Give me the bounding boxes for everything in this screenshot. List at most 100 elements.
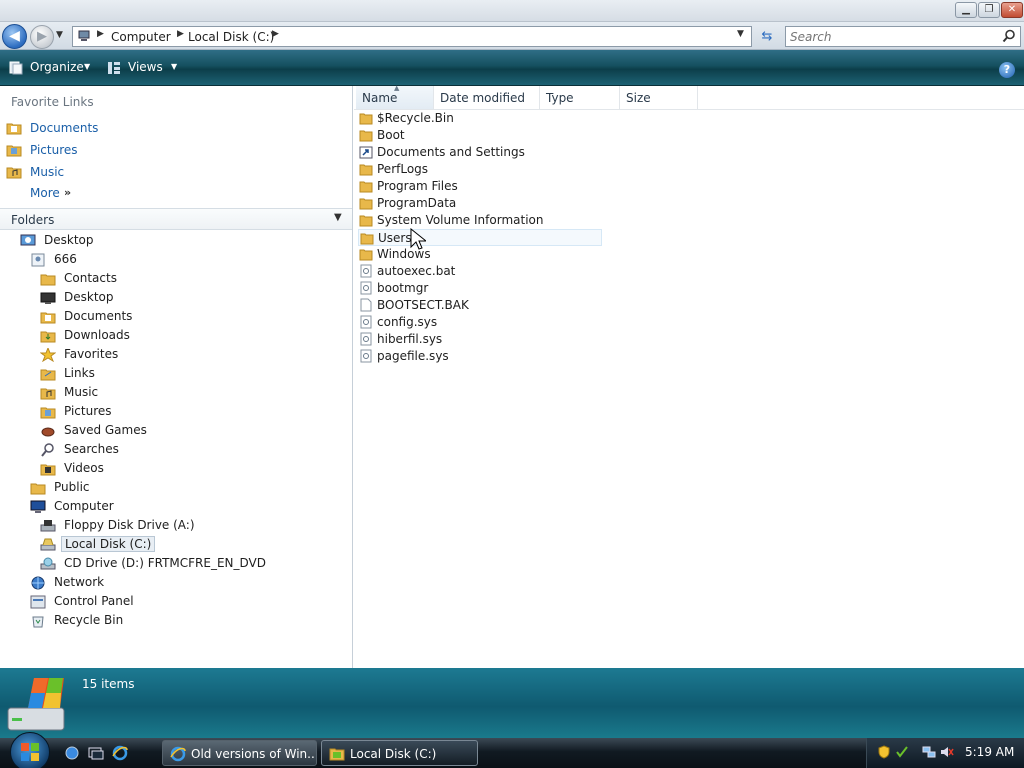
quick-launch-explorer-icon[interactable] [63, 744, 81, 762]
pictures-folder-icon [6, 145, 22, 157]
breadcrumb-separator-icon[interactable]: ▶ [177, 29, 184, 39]
organize-icon [9, 61, 23, 75]
file-row[interactable]: Users [358, 229, 602, 246]
column-label: Size [626, 91, 651, 105]
column-label: Type [546, 91, 574, 105]
search-input[interactable] [790, 29, 990, 44]
tree-label: Network [54, 575, 105, 589]
command-toolbar: Organize ▼ Views ▼ ? [0, 50, 1024, 86]
tree-label: Pictures [64, 404, 112, 418]
file-row[interactable]: Program Files [358, 178, 602, 195]
address-bar[interactable]: ▶ Computer ▶ Local Disk (C:) ▶ ▼ [72, 26, 752, 47]
taskbar-button-local-disk[interactable]: Local Disk (C:) [321, 740, 478, 766]
file-row[interactable]: BOOTSECT.BAK [358, 297, 602, 314]
start-button[interactable] [10, 732, 50, 768]
refresh-icon: ⇆ [761, 29, 773, 44]
more-chevron-icon[interactable]: » [64, 186, 71, 199]
file-row[interactable]: ProgramData [358, 195, 602, 212]
minimize-button[interactable]: ▁ [955, 2, 977, 18]
file-name: PerfLogs [377, 162, 429, 176]
tree-label: Downloads [64, 328, 130, 342]
collapse-chevron-icon[interactable]: ▼ [334, 212, 342, 223]
network-icon [31, 576, 45, 590]
file-row[interactable]: bootmgr [358, 280, 602, 297]
item-count-text: 15 items [82, 677, 135, 691]
file-row[interactable]: pagefile.sys [358, 348, 602, 365]
search-box[interactable] [785, 26, 1021, 47]
search-icon[interactable] [1002, 29, 1016, 43]
back-button[interactable]: ◀ [2, 24, 27, 49]
folder-icon [359, 181, 373, 193]
system-file-icon [360, 281, 372, 295]
tree-label: Floppy Disk Drive (A:) [64, 518, 195, 532]
task-label: Local Disk (C:) [350, 747, 437, 761]
tree-label: Desktop [64, 290, 114, 304]
pictures-folder-icon [40, 407, 56, 419]
file-row[interactable]: hiberfil.sys [358, 331, 602, 348]
file-row[interactable]: Documents and Settings [358, 144, 602, 161]
details-pane: 15 items [0, 668, 1024, 738]
file-row[interactable]: PerfLogs [358, 161, 602, 178]
favorite-label: Documents [30, 121, 99, 135]
file-list-pane: ▲ Name Date modified Type Size $Recycle.… [354, 84, 1024, 668]
taskbar-button-browser[interactable]: Old versions of Win... [162, 740, 317, 766]
file-row[interactable]: Windows [358, 246, 602, 263]
file-name: BOOTSECT.BAK [377, 298, 469, 312]
breadcrumb-computer[interactable]: Computer [111, 30, 171, 44]
more-favorites-link[interactable]: More [30, 186, 60, 200]
file-row[interactable]: Boot [358, 127, 602, 144]
taskbar: Old versions of Win... Local Disk (C:) 5… [0, 732, 1024, 768]
floppy-drive-icon [40, 520, 56, 532]
column-label: Date modified [440, 91, 526, 105]
file-row[interactable]: $Recycle.Bin [358, 110, 602, 127]
organize-button[interactable]: Organize [30, 60, 84, 74]
maximize-button[interactable]: ❐ [978, 2, 1000, 18]
security-shield-icon[interactable] [877, 745, 891, 759]
address-history-dropdown[interactable]: ▼ [737, 29, 744, 39]
column-header-date-modified[interactable]: Date modified [434, 86, 540, 109]
navigation-pane: Favorite Links Documents Pictures Music … [0, 86, 353, 668]
searches-icon [41, 443, 54, 457]
folder-icon [359, 215, 373, 227]
refresh-button[interactable]: ⇆ [757, 27, 777, 47]
check-icon[interactable] [895, 745, 909, 759]
contacts-icon [40, 274, 56, 286]
file-name: config.sys [377, 315, 438, 329]
videos-folder-icon [40, 464, 56, 476]
internet-explorer-icon[interactable] [111, 744, 129, 762]
breadcrumb-local-disk[interactable]: Local Disk (C:) [188, 30, 274, 44]
column-header-type[interactable]: Type [540, 86, 620, 109]
control-panel-icon [30, 595, 46, 609]
column-header-size[interactable]: Size [620, 86, 698, 109]
file-name: bootmgr [377, 281, 429, 295]
recent-pages-dropdown[interactable]: ▼ [56, 30, 63, 40]
downloads-folder-icon [40, 331, 56, 343]
views-button[interactable]: Views [128, 60, 163, 74]
computer-location-icon [78, 30, 90, 41]
help-button[interactable]: ? [999, 62, 1015, 78]
network-tray-icon[interactable] [922, 745, 936, 759]
breadcrumb-separator-icon[interactable]: ▶ [272, 29, 279, 39]
file-name: Boot [377, 128, 405, 142]
folders-header[interactable]: Folders ▼ [0, 208, 352, 230]
address-row: ◀ ▶ ▼ ▶ Computer ▶ Local Disk (C:) ▶ ▼ ⇆ [0, 22, 1024, 50]
file-row[interactable]: autoexec.bat [358, 263, 602, 280]
show-desktop-icon[interactable] [87, 744, 105, 762]
volume-muted-icon[interactable] [940, 745, 954, 759]
breadcrumb-separator-icon[interactable]: ▶ [97, 29, 104, 39]
tree-label: Control Panel [54, 594, 134, 608]
views-icon [108, 62, 120, 74]
column-header-name[interactable]: ▲ Name [356, 84, 434, 109]
computer-icon [30, 500, 46, 513]
file-row[interactable]: System Volume Information [358, 212, 602, 229]
links-folder-icon [40, 369, 56, 381]
close-button[interactable]: ✕ [1001, 2, 1023, 18]
recycle-bin-icon [32, 616, 44, 628]
clock[interactable]: 5:19 AM [965, 745, 1014, 759]
forward-button[interactable]: ▶ [30, 25, 54, 49]
organize-dropdown-icon[interactable]: ▼ [84, 62, 90, 71]
tree-label: Videos [64, 461, 104, 475]
file-row[interactable]: config.sys [358, 314, 602, 331]
desktop-icon [20, 234, 36, 246]
views-dropdown-icon[interactable]: ▼ [171, 62, 177, 71]
